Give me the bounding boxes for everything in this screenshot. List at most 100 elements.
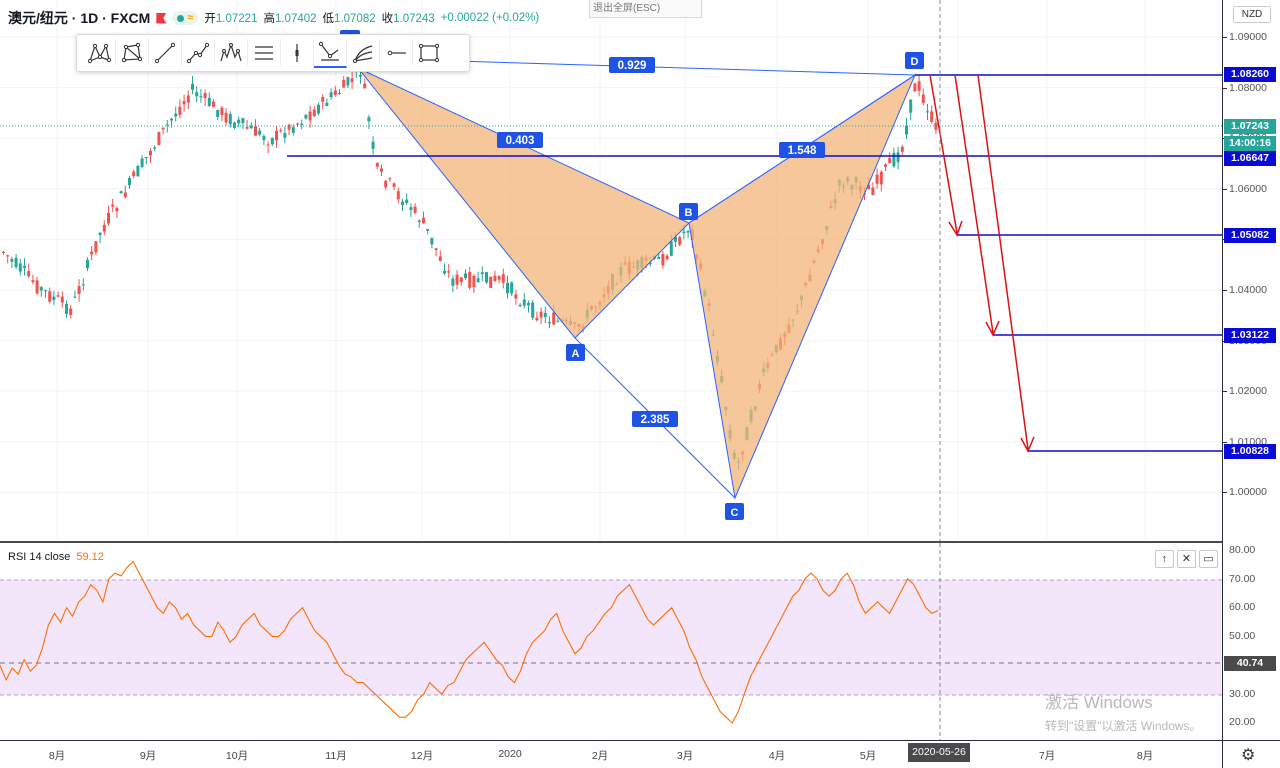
abcd-pattern-tool[interactable]	[149, 39, 182, 67]
rsi-tick-label: 20.00	[1229, 716, 1256, 729]
candle-body	[94, 241, 98, 253]
rsi-pane[interactable]: RSI 14 close 59.12 ↑ ✕ ▭	[0, 543, 1222, 740]
candle-body	[682, 231, 686, 234]
time-tick-label: 11月	[325, 750, 347, 762]
cypher-pattern-tool[interactable]	[116, 39, 149, 67]
candle-body	[102, 224, 106, 232]
close-icon[interactable]: ✕	[1177, 550, 1196, 568]
candle-body	[485, 272, 488, 283]
horizontal-ray-tool[interactable]	[380, 39, 413, 67]
candle-body	[174, 113, 178, 117]
ratio-label-xd[interactable]: 0.929	[609, 57, 655, 73]
three-drives-tool[interactable]	[215, 39, 248, 67]
candle-body	[153, 147, 157, 149]
high-label: 高	[263, 13, 275, 25]
triangle-pattern-tool[interactable]	[182, 39, 215, 67]
candle-body	[245, 127, 249, 129]
open-value: 1.07221	[215, 13, 258, 25]
time-axis[interactable]: 8月9月10月11月12月20202月3月4月5月6月7月8月 2020-05-…	[0, 740, 1222, 768]
candle-body	[144, 156, 148, 158]
head-shoulders-tool[interactable]	[248, 39, 281, 67]
ratio-label-ac[interactable]: 2.385	[632, 411, 678, 427]
low-label: 低	[322, 13, 335, 25]
price-label-current: 1.07243	[1224, 119, 1276, 134]
candle-body	[275, 130, 278, 141]
candle-body	[233, 122, 236, 128]
move-up-icon[interactable]: ↑	[1155, 550, 1174, 568]
candle-body	[220, 107, 224, 116]
candle-body	[909, 99, 913, 113]
candle-body	[283, 132, 287, 138]
rsi-tick-label: 80.00	[1229, 544, 1256, 556]
ratio-label-bd[interactable]: 1.548	[779, 142, 825, 158]
candle-body	[468, 272, 472, 288]
projection-arrows[interactable]	[929, 74, 1035, 453]
candle-body	[434, 248, 438, 250]
ratio-label-xb[interactable]: 0.403	[497, 132, 543, 148]
point-label-b[interactable]: B	[679, 203, 698, 220]
candle-body	[921, 94, 925, 104]
candle-body	[115, 207, 119, 212]
candle-body	[27, 271, 31, 277]
candle-body	[35, 280, 39, 294]
fib-fan-tool[interactable]	[347, 39, 380, 67]
xabcd-pattern-tool[interactable]	[83, 39, 116, 67]
market-status-badge[interactable]: ≈	[172, 11, 199, 25]
flag-icon[interactable]	[156, 12, 167, 24]
candle-body	[39, 287, 43, 291]
rsi-controls: ↑ ✕ ▭	[1155, 550, 1218, 568]
price-axis[interactable]: NZD 1.090001.080001.070001.060001.050001…	[1222, 0, 1280, 741]
pattern-tools-toolbar	[76, 34, 470, 72]
gear-icon[interactable]: ⚙	[1241, 745, 1255, 765]
elliott-wave-icon	[295, 44, 299, 62]
currency-label[interactable]: NZD	[1233, 6, 1271, 23]
candle-body	[531, 302, 535, 318]
exit-fullscreen-button[interactable]: 退出全屏(ESC)	[589, 0, 702, 18]
rsi-canvas[interactable]	[0, 543, 1222, 740]
time-tick-label: 5月	[859, 750, 877, 762]
price-tick-mark	[1223, 492, 1227, 494]
candle-body	[363, 83, 367, 89]
triangle-pattern-icon	[186, 42, 210, 64]
settings-corner[interactable]: ⚙	[1222, 740, 1280, 768]
elliott-wave-tool[interactable]	[281, 39, 314, 67]
price-tick-mark	[1223, 37, 1227, 38]
point-label-c[interactable]: C	[725, 503, 744, 520]
abc-correction-tool[interactable]	[314, 38, 347, 68]
pattern-xab-triangle[interactable]	[357, 67, 690, 339]
candle-body	[884, 164, 887, 167]
price-label-b-level: 1.06647	[1224, 151, 1276, 166]
abcd-pattern-icon	[154, 42, 176, 64]
candle-body	[48, 291, 52, 302]
candle-body	[367, 117, 371, 122]
candle-body	[384, 180, 388, 188]
candle-body	[312, 109, 316, 117]
point-label-a[interactable]: A	[566, 344, 585, 361]
maximize-pane-icon[interactable]: ▭	[1199, 550, 1218, 568]
time-tick-label: 9月	[139, 750, 157, 762]
candle-body	[81, 284, 85, 286]
candle-body	[77, 286, 81, 294]
symbol-title[interactable]: 澳元/纽元 · 1D · FXCM	[8, 8, 150, 28]
rsi-legend[interactable]: RSI 14 close 59.12	[8, 551, 104, 563]
candle-body	[60, 296, 64, 303]
price-tick-mark	[1223, 87, 1227, 89]
high-value: 1.07402	[274, 13, 317, 25]
candle-body	[476, 278, 480, 283]
candle-body	[896, 152, 900, 163]
candle-body	[518, 304, 522, 307]
point-label-d[interactable]: D	[905, 52, 924, 69]
rectangle-tool[interactable]	[413, 39, 445, 67]
candle-body	[430, 237, 434, 245]
time-tick-label: 8月	[1136, 750, 1154, 762]
candle-body	[308, 111, 312, 121]
candle-body	[237, 119, 241, 124]
price-chart-canvas[interactable]: 0.403 0.929 1.548 2.385 A B C D	[0, 0, 1222, 541]
price-chart-pane[interactable]: 0.403 0.929 1.548 2.385 A B C D 澳元/纽元 · …	[0, 0, 1222, 541]
candle-body	[136, 165, 140, 177]
abc-correction-icon	[318, 41, 339, 61]
time-tick-label: 2020	[498, 748, 522, 760]
candle-body	[182, 101, 186, 105]
candle-body	[346, 77, 350, 86]
price-tick-label: 1.00000	[1229, 486, 1267, 499]
